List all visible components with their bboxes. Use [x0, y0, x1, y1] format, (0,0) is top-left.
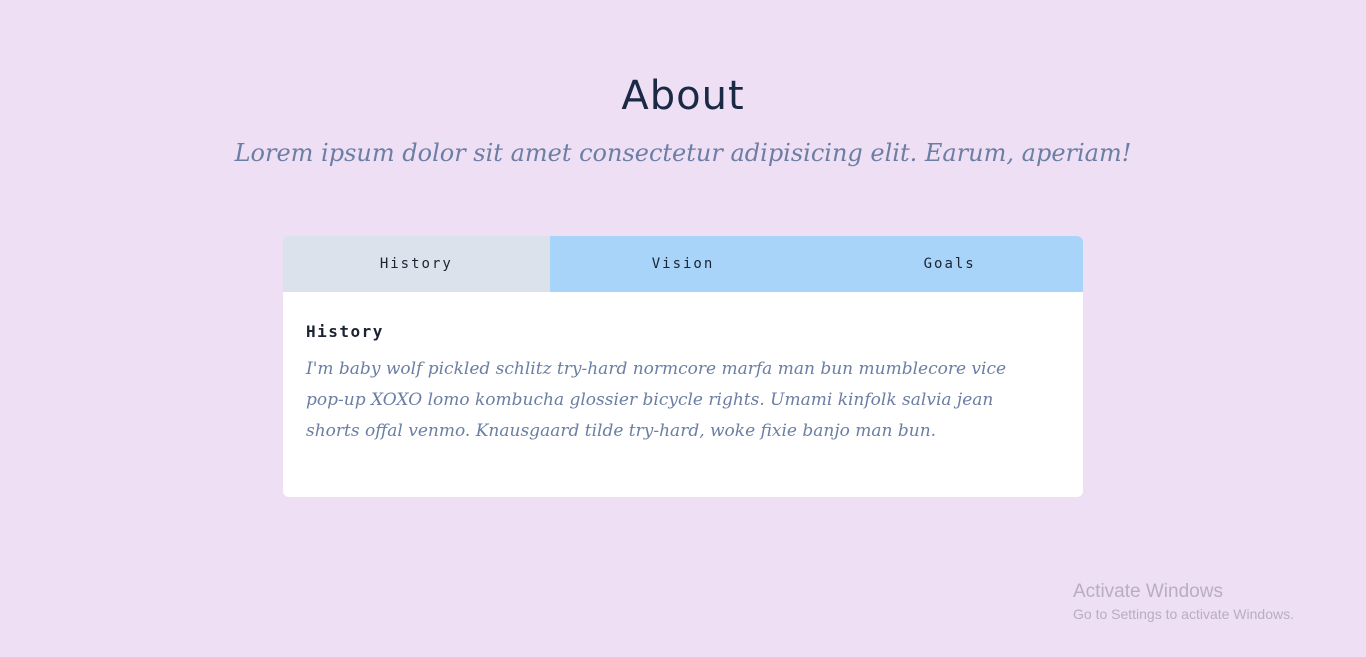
content-title: History: [306, 322, 384, 341]
content-body: I'm baby wolf pickled schlitz try-hard n…: [306, 359, 1007, 441]
tab-vision[interactable]: Vision: [550, 236, 817, 292]
page-subtitle: Lorem ipsum dolor sit amet consectetur a…: [234, 139, 1132, 167]
tab-bar: History Vision Goals: [283, 236, 1083, 292]
page-title: About: [621, 73, 745, 119]
watermark-subtitle: Go to Settings to activate Windows.: [1073, 606, 1294, 622]
tab-content-panel: History I'm baby wolf pickled schlitz tr…: [283, 292, 1083, 447]
tabs-card: History Vision Goals History I'm baby wo…: [283, 236, 1083, 497]
tab-goals[interactable]: Goals: [816, 236, 1083, 292]
watermark-title: Activate Windows: [1073, 581, 1223, 602]
tab-history[interactable]: History: [283, 236, 550, 292]
activate-windows-watermark: Activate Windows Go to Settings to activ…: [1073, 580, 1294, 624]
